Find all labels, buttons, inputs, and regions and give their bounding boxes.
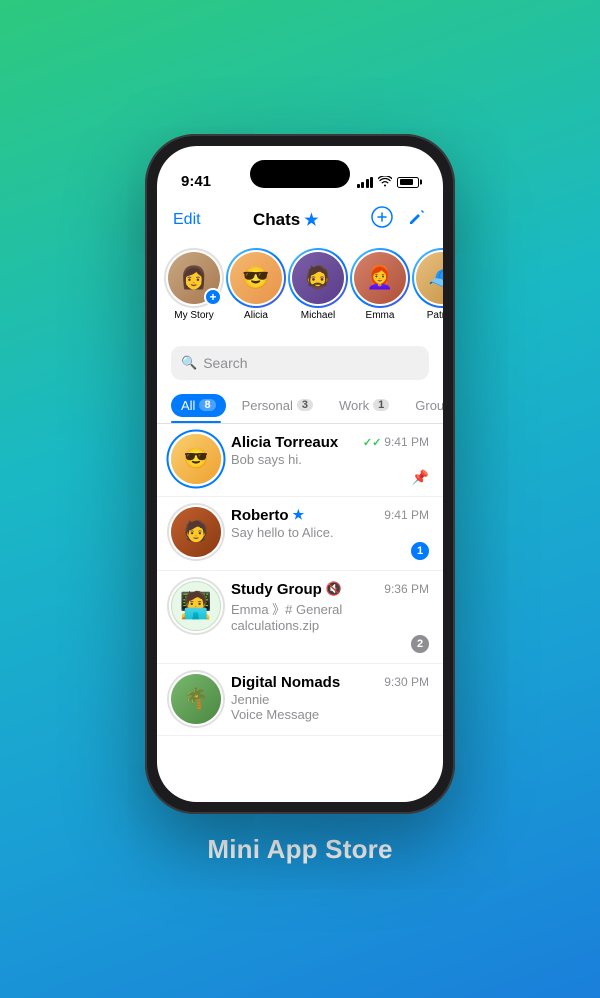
chat-content-studygroup: Study Group 🔇 9:36 PM Emma 》# General ca…	[231, 581, 429, 653]
search-bar[interactable]: 🔍 Search	[171, 346, 429, 380]
stories-row: 👩 + My Story 😎 Alicia 🧔 Michael	[157, 242, 443, 342]
story-label: Michael	[301, 310, 335, 322]
nav-bar: Edit Chats ★	[157, 198, 443, 242]
story-label: My Story	[174, 310, 213, 322]
story-avatar: 👩‍🦰	[354, 252, 406, 304]
story-label: Emma	[366, 310, 395, 322]
tab-personal[interactable]: Personal 3	[232, 394, 323, 417]
add-chat-button[interactable]	[371, 206, 393, 234]
status-icons	[357, 175, 420, 192]
bottom-label-text: Mini App Store	[207, 834, 392, 864]
chat-time: 9:41 PM	[384, 435, 429, 449]
battery-icon	[397, 177, 419, 188]
phone-screen: 9:41	[157, 146, 443, 802]
filter-tabs: All 8 Personal 3 Work 1 Groups 2 Chan	[157, 388, 443, 424]
chat-item-roberto[interactable]: 🧑 Roberto ★ 9:41 PM Say hello to Alice. …	[157, 497, 443, 571]
chat-preview-2: calculations.zip	[231, 618, 429, 633]
chat-content-roberto: Roberto ★ 9:41 PM Say hello to Alice. 1	[231, 507, 429, 560]
story-avatar: 🧔	[292, 252, 344, 304]
chat-preview: Bob says hi.	[231, 452, 429, 467]
chat-preview: Jennie	[231, 692, 429, 707]
tab-work[interactable]: Work 1	[329, 394, 399, 417]
chat-preview: Say hello to Alice.	[231, 525, 429, 540]
status-time: 9:41	[181, 173, 211, 192]
active-tab-underline	[171, 421, 221, 423]
compose-button[interactable]	[407, 207, 427, 233]
unread-badge: 2	[411, 635, 429, 653]
chat-item-digitalnomads[interactable]: 🌴 Digital Nomads 9:30 PM Jennie Voice Me…	[157, 664, 443, 736]
chat-avatar-studygroup: 🧑‍💻	[171, 581, 221, 631]
story-item-michael[interactable]: 🧔 Michael	[291, 250, 345, 322]
muted-icon: 🔇	[326, 581, 342, 597]
story-item-emma[interactable]: 👩‍🦰 Emma	[353, 250, 407, 322]
chat-avatar-alicia: 😎	[171, 434, 221, 484]
chat-item-studygroup[interactable]: 🧑‍💻 Study Group 🔇 9:36 PM Emma 》# Genera…	[157, 571, 443, 664]
phone-shell: 9:41	[145, 134, 455, 814]
chat-time: 9:30 PM	[384, 675, 429, 689]
tab-personal-badge: 3	[297, 399, 313, 411]
chat-name: Roberto ★	[231, 507, 304, 524]
chat-preview: Emma 》# General	[231, 599, 429, 618]
chat-time: 9:41 PM	[384, 508, 429, 522]
chat-name: Digital Nomads	[231, 674, 340, 691]
story-item-my-story[interactable]: 👩 + My Story	[167, 250, 221, 322]
edit-button[interactable]: Edit	[173, 211, 201, 229]
wifi-icon	[378, 175, 392, 190]
tab-work-badge: 1	[373, 399, 389, 411]
chat-list: 😎 Alicia Torreaux ✓✓ 9:41 PM Bob says hi…	[157, 424, 443, 802]
story-avatar: 😎	[230, 252, 282, 304]
chat-avatar-roberto: 🧑	[171, 507, 221, 557]
chat-avatar-digitalnomads: 🌴	[171, 674, 221, 724]
chat-time: 9:36 PM	[384, 582, 429, 596]
tab-all[interactable]: All 8	[171, 394, 226, 417]
pin-icon: 📌	[412, 469, 429, 486]
signal-bars-icon	[357, 177, 374, 188]
title-star-icon: ★	[304, 210, 318, 230]
bottom-label: Mini App Store	[207, 834, 392, 865]
story-item-alicia[interactable]: 😎 Alicia	[229, 250, 283, 322]
chat-name: Study Group 🔇	[231, 581, 342, 598]
story-item-patrick[interactable]: 🧢 Patrick	[415, 250, 443, 322]
unread-badge: 1	[411, 542, 429, 560]
chat-name: Alicia Torreaux	[231, 434, 338, 451]
tab-groups[interactable]: Groups 2	[405, 394, 443, 417]
chat-item-alicia[interactable]: 😎 Alicia Torreaux ✓✓ 9:41 PM Bob says hi…	[157, 424, 443, 497]
read-receipt-icon: ✓✓	[363, 436, 381, 449]
story-label: Patrick	[427, 310, 443, 322]
tab-all-badge: 8	[199, 399, 215, 411]
roberto-star-icon: ★	[293, 507, 305, 523]
dynamic-island	[250, 160, 350, 188]
story-label: Alicia	[244, 310, 268, 322]
page-title: Chats ★	[253, 210, 319, 230]
add-story-badge: +	[204, 288, 222, 306]
search-icon: 🔍	[181, 355, 197, 371]
nav-actions	[371, 206, 427, 234]
chat-preview-2: Voice Message	[231, 707, 429, 722]
search-placeholder: Search	[203, 355, 247, 371]
chat-content-alicia: Alicia Torreaux ✓✓ 9:41 PM Bob says hi. …	[231, 434, 429, 486]
chat-content-digitalnomads: Digital Nomads 9:30 PM Jennie Voice Mess…	[231, 674, 429, 722]
